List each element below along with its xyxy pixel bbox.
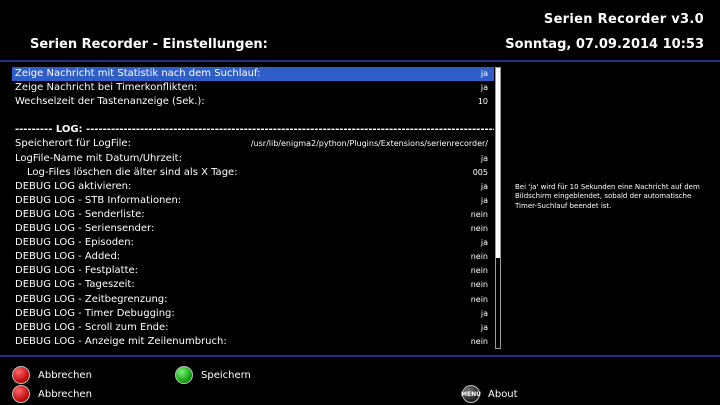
green-save-button[interactable]: Speichern (175, 366, 251, 384)
setting-value: ja (480, 195, 488, 205)
setting-value: ja (480, 153, 488, 163)
setting-row-debug-scroll[interactable]: DEBUG LOG - Scroll zum Ende: ja (12, 321, 494, 335)
setting-value: /usr/lib/enigma2/python/Plugins/Extensio… (250, 139, 488, 149)
green-button-label: Speichern (201, 369, 251, 381)
setting-label: Log-Files löschen die älter sind als X T… (27, 166, 238, 178)
setting-row-debug-tageszeit[interactable]: DEBUG LOG - Tageszeit: nein (12, 278, 494, 292)
setting-label: DEBUG LOG - Anzeige mit Zeilenumbruch: (15, 335, 227, 347)
setting-value: 005 (472, 167, 488, 177)
setting-row-debug-stb[interactable]: DEBUG LOG - STB Informationen: ja (12, 194, 494, 208)
header-divider (0, 60, 720, 62)
red-button-label: Abbrechen (38, 369, 92, 381)
about-button-label: About (488, 388, 518, 400)
setting-row-statistik[interactable]: Zeige Nachricht mit Statistik nach dem S… (12, 67, 494, 82)
list-scrollbar[interactable] (495, 67, 501, 349)
setting-label: DEBUG LOG - Senderliste: (15, 208, 145, 220)
setting-label: Zeige Nachricht mit Statistik nach dem S… (15, 68, 261, 79)
setting-label: DEBUG LOG - Tageszeit: (15, 279, 135, 291)
setting-label: DEBUG LOG - Episoden: (15, 237, 134, 249)
setting-row-debug-added[interactable]: DEBUG LOG - Added: nein (12, 250, 494, 264)
setting-label: Wechselzeit der Tastenanzeige (Sek.): (15, 96, 205, 108)
setting-row-debug-timer[interactable]: DEBUG LOG - Timer Debugging: ja (12, 307, 494, 321)
setting-value: ja (480, 69, 488, 78)
red-button-icon (12, 366, 30, 384)
footer-divider (0, 355, 720, 357)
setting-value: ja (480, 308, 488, 318)
setting-value: nein (470, 336, 488, 346)
scrollbar-thumb[interactable] (496, 68, 500, 258)
green-button-icon (175, 366, 193, 384)
setting-value: nein (470, 209, 488, 219)
setting-value: ja (480, 238, 488, 248)
setting-value: nein (470, 294, 488, 304)
menu-button-icon: MENU (461, 385, 481, 403)
setting-label: Zeige Nachricht bei Timerkonflikten: (15, 82, 198, 94)
setting-value: nein (470, 280, 488, 290)
red-cancel-button-top[interactable]: Abbrechen (12, 366, 92, 384)
about-button[interactable]: MENU About (461, 385, 518, 403)
setting-label: Speicherort für LogFile: (15, 138, 131, 150)
setting-row-debug-aktivieren[interactable]: DEBUG LOG aktivieren: ja (12, 180, 494, 194)
setting-value: 10 (477, 97, 488, 107)
setting-row-log-loeschen[interactable]: Log-Files löschen die älter sind als X T… (12, 166, 494, 180)
setting-value: ja (480, 322, 488, 332)
setting-value: nein (470, 266, 488, 276)
setting-value: nein (470, 252, 488, 262)
setting-row-log-section: --------- LOG: -------------------------… (12, 123, 494, 137)
setting-label: LogFile-Name mit Datum/Uhrzeit: (15, 152, 182, 164)
setting-row-debug-seriensender[interactable]: DEBUG LOG - Seriensender: nein (12, 222, 494, 236)
setting-label: DEBUG LOG - Zeitbegrenzung: (15, 293, 168, 305)
setting-value: ja (480, 83, 488, 93)
setting-row-wechselzeit[interactable]: Wechselzeit der Tastenanzeige (Sek.): 10 (12, 95, 494, 109)
setting-row-logfile-path[interactable]: Speicherort für LogFile: /usr/lib/enigma… (12, 137, 494, 151)
setting-row-debug-episoden[interactable]: DEBUG LOG - Episoden: ja (12, 236, 494, 250)
setting-label: DEBUG LOG - Scroll zum Ende: (15, 321, 169, 333)
setting-label: DEBUG LOG - Festplatte: (15, 265, 139, 277)
red-cancel-button-bottom[interactable]: Abbrechen (12, 385, 92, 403)
setting-row-spacer (12, 109, 494, 123)
page-title: Serien Recorder - Einstellungen: (30, 37, 268, 52)
setting-row-debug-senderliste[interactable]: DEBUG LOG - Senderliste: nein (12, 208, 494, 222)
help-text: Bei 'ja' wird für 10 Sekunden eine Nachr… (515, 183, 700, 210)
red-button-label: Abbrechen (38, 388, 92, 400)
setting-label: DEBUG LOG - Seriensender: (15, 223, 155, 235)
setting-value: nein (470, 224, 488, 234)
setting-label: DEBUG LOG aktivieren: (15, 180, 132, 192)
setting-value: ja (480, 181, 488, 191)
setting-row-debug-festplatte[interactable]: DEBUG LOG - Festplatte: nein (12, 264, 494, 278)
setting-row-debug-zeilenumbruch[interactable]: DEBUG LOG - Anzeige mit Zeilenumbruch: n… (12, 335, 494, 349)
datetime: Sonntag, 07.09.2014 10:53 (505, 37, 704, 52)
settings-list[interactable]: Zeige Nachricht mit Statistik nach dem S… (12, 67, 494, 349)
setting-label: DEBUG LOG - STB Informationen: (15, 194, 182, 206)
setting-label: DEBUG LOG - Timer Debugging: (15, 307, 175, 319)
setting-row-logfile-name[interactable]: LogFile-Name mit Datum/Uhrzeit: ja (12, 152, 494, 166)
setting-label: DEBUG LOG - Added: (15, 251, 121, 263)
red-button-icon (12, 385, 30, 403)
setting-row-debug-zeitbegrenzung[interactable]: DEBUG LOG - Zeitbegrenzung: nein (12, 293, 494, 307)
section-header-log: --------- LOG: -------------------------… (15, 124, 494, 136)
setting-row-timerkonflikte[interactable]: Zeige Nachricht bei Timerkonflikten: ja (12, 81, 494, 95)
app-title: Serien Recorder v3.0 (543, 12, 704, 27)
